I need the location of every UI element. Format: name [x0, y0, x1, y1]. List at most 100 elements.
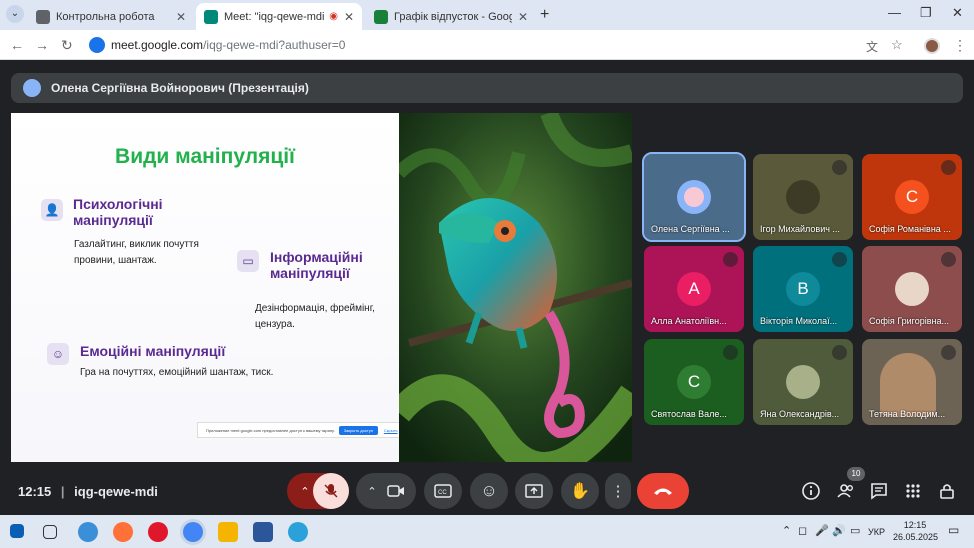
people-icon[interactable]	[836, 481, 858, 503]
url-field[interactable]: meet.google.com/iqg-qewe-mdi?authuser=0	[86, 34, 916, 56]
battery-icon[interactable]: ▭	[850, 525, 860, 537]
participant-tile[interactable]: Софія Григорівна...	[862, 246, 962, 332]
participant-tile[interactable]: Ігор Михайлович ...	[753, 154, 853, 240]
translate-icon[interactable]: 文	[866, 38, 878, 55]
participant-tile[interactable]: С Святослав Вале...	[644, 339, 744, 425]
meeting-code: iqg-qewe-mdi	[74, 484, 158, 499]
presentation-banner: Олена Сергіївна Войнорович (Презентація)	[11, 73, 963, 103]
section-text: Гра на почуттях, емоційний шантаж, тиск.	[80, 367, 274, 378]
person-icon: 👤	[41, 199, 63, 221]
section-heading: Емоційні маніпуляції	[80, 343, 226, 359]
participant-tile[interactable]: А Алла Анатоліївн...	[644, 246, 744, 332]
meeting-info: 12:15 | iqg-qewe-mdi	[18, 484, 158, 499]
captions-button[interactable]: CC	[424, 473, 462, 509]
telegram-icon[interactable]	[288, 522, 308, 542]
tab-search-dropdown[interactable]: ⌄	[6, 5, 24, 23]
present-button[interactable]	[515, 473, 553, 509]
url-path: /iqg-qewe-mdi?authuser=0	[203, 38, 346, 52]
more-options-button[interactable]: ⋮	[605, 473, 631, 509]
participant-tile[interactable]: Яна Олександрів...	[753, 339, 853, 425]
activities-icon[interactable]	[903, 481, 925, 503]
mic-off-icon	[832, 345, 847, 360]
task-view-icon[interactable]	[43, 525, 57, 539]
profile-avatar[interactable]	[924, 38, 940, 54]
clock-time: 12:15	[903, 520, 927, 530]
leave-call-button[interactable]	[637, 473, 689, 509]
mic-toggle-button[interactable]	[313, 473, 349, 509]
chat-icon[interactable]	[869, 481, 891, 503]
forward-icon[interactable]: →	[35, 37, 49, 53]
mic-options-chevron-icon[interactable]: ⌃	[300, 485, 309, 498]
opera-icon[interactable]	[148, 522, 168, 542]
hang-up-icon	[654, 488, 672, 495]
browser-tab-strip: ⌄ Контрольна робота ✕ Meet: "iqg-qewe-md…	[0, 0, 974, 30]
camera-options-chevron-icon[interactable]: ⌃	[367, 485, 376, 498]
participant-name: Тетяна Володим...	[869, 409, 946, 419]
participant-avatar: В	[786, 272, 820, 306]
windows-start-icon[interactable]	[10, 524, 24, 538]
tray-overflow-icon[interactable]: ⌃	[782, 525, 791, 537]
sheets-favicon-icon	[374, 9, 388, 24]
clock[interactable]: 12:15 26.05.2025	[893, 519, 938, 543]
tab-close-icon[interactable]: ✕	[518, 10, 528, 24]
participant-tile[interactable]: Тетяна Володим...	[862, 339, 962, 425]
tab-meet[interactable]: Meet: "iqg-qewe-mdi" ◉ ✕	[196, 3, 362, 30]
participant-avatar: А	[677, 272, 711, 306]
tab-close-icon[interactable]: ✕	[344, 10, 354, 24]
tab-close-icon[interactable]: ✕	[176, 10, 186, 24]
slide-title: Види маніпуляції	[115, 145, 295, 168]
raise-hand-button[interactable]: ✋	[561, 473, 599, 509]
participant-tile[interactable]: С Софія Романівна ...	[862, 154, 962, 240]
network-icon[interactable]: ◻	[798, 525, 807, 537]
tab-title: Графік відпусток - Google Таб	[394, 10, 512, 23]
meet-favicon-icon	[204, 9, 218, 24]
present-screen-icon	[525, 484, 543, 498]
section-heading: Інформаційні маніпуляції	[270, 249, 363, 281]
site-info-icon[interactable]	[89, 37, 105, 53]
participants-count-badge: 10	[847, 467, 865, 481]
new-tab-button[interactable]: +	[540, 6, 549, 24]
participant-tile[interactable]: Олена Сергіївна ...	[642, 152, 746, 242]
camera-icon	[386, 485, 404, 497]
menu-kebab-icon[interactable]: ⋮	[953, 37, 967, 54]
notifications-icon[interactable]: ▭	[948, 524, 959, 536]
restore-button[interactable]: ❐	[920, 5, 932, 21]
tab-title: Контрольна робота	[56, 10, 155, 23]
tab-kontrolna[interactable]: Контрольна робота ✕	[28, 3, 194, 30]
mic-off-icon	[723, 252, 738, 267]
language-indicator[interactable]: УКР	[868, 526, 885, 538]
separator: |	[60, 484, 65, 499]
participant-name: Ігор Михайлович ...	[760, 224, 840, 234]
laptop-icon: ▭	[237, 250, 259, 272]
browser-app-icon[interactable]	[78, 522, 98, 542]
emotion-icon: ☺	[47, 343, 69, 365]
reload-icon[interactable]: ↻	[61, 37, 73, 54]
participant-tile[interactable]: В Вікторія Миколаї...	[753, 246, 853, 332]
chameleon-image	[399, 113, 632, 462]
file-explorer-icon[interactable]	[218, 522, 238, 542]
host-controls-icon[interactable]	[937, 481, 959, 503]
hide-notice-link[interactable]: Скрыть	[384, 428, 398, 433]
back-icon[interactable]: ←	[10, 37, 24, 53]
bookmark-star-icon[interactable]: ☆	[891, 37, 903, 53]
stop-sharing-button[interactable]: Закрыть доступ	[338, 425, 378, 435]
microphone-tray-icon[interactable]: 🎤	[815, 525, 829, 537]
mic-off-icon	[941, 345, 956, 360]
close-window-button[interactable]: ✕	[952, 5, 963, 21]
reactions-button[interactable]: ☺	[470, 473, 508, 509]
url-host: meet.google.com	[111, 38, 204, 52]
firefox-icon[interactable]	[113, 522, 133, 542]
word-icon[interactable]	[253, 522, 273, 542]
emoji-icon: ☺	[480, 481, 498, 500]
captions-icon: CC	[434, 484, 452, 498]
svg-text:CC: CC	[438, 490, 447, 496]
volume-icon[interactable]: 🔊	[832, 525, 846, 537]
minimize-button[interactable]: —	[888, 5, 901, 20]
participant-name: Вікторія Миколаї...	[760, 316, 838, 326]
section-text: Дезінформація, фреймінг, цензура.	[255, 303, 375, 330]
camera-toggle-button[interactable]: ⌃	[356, 473, 416, 509]
tab-grafik[interactable]: Графік відпусток - Google Таб ✕	[366, 3, 536, 30]
slide-text-panel: Види маніпуляції 👤 Психологічні маніпуля…	[11, 113, 445, 462]
meeting-details-icon[interactable]	[801, 481, 823, 503]
chrome-icon[interactable]	[183, 522, 203, 542]
